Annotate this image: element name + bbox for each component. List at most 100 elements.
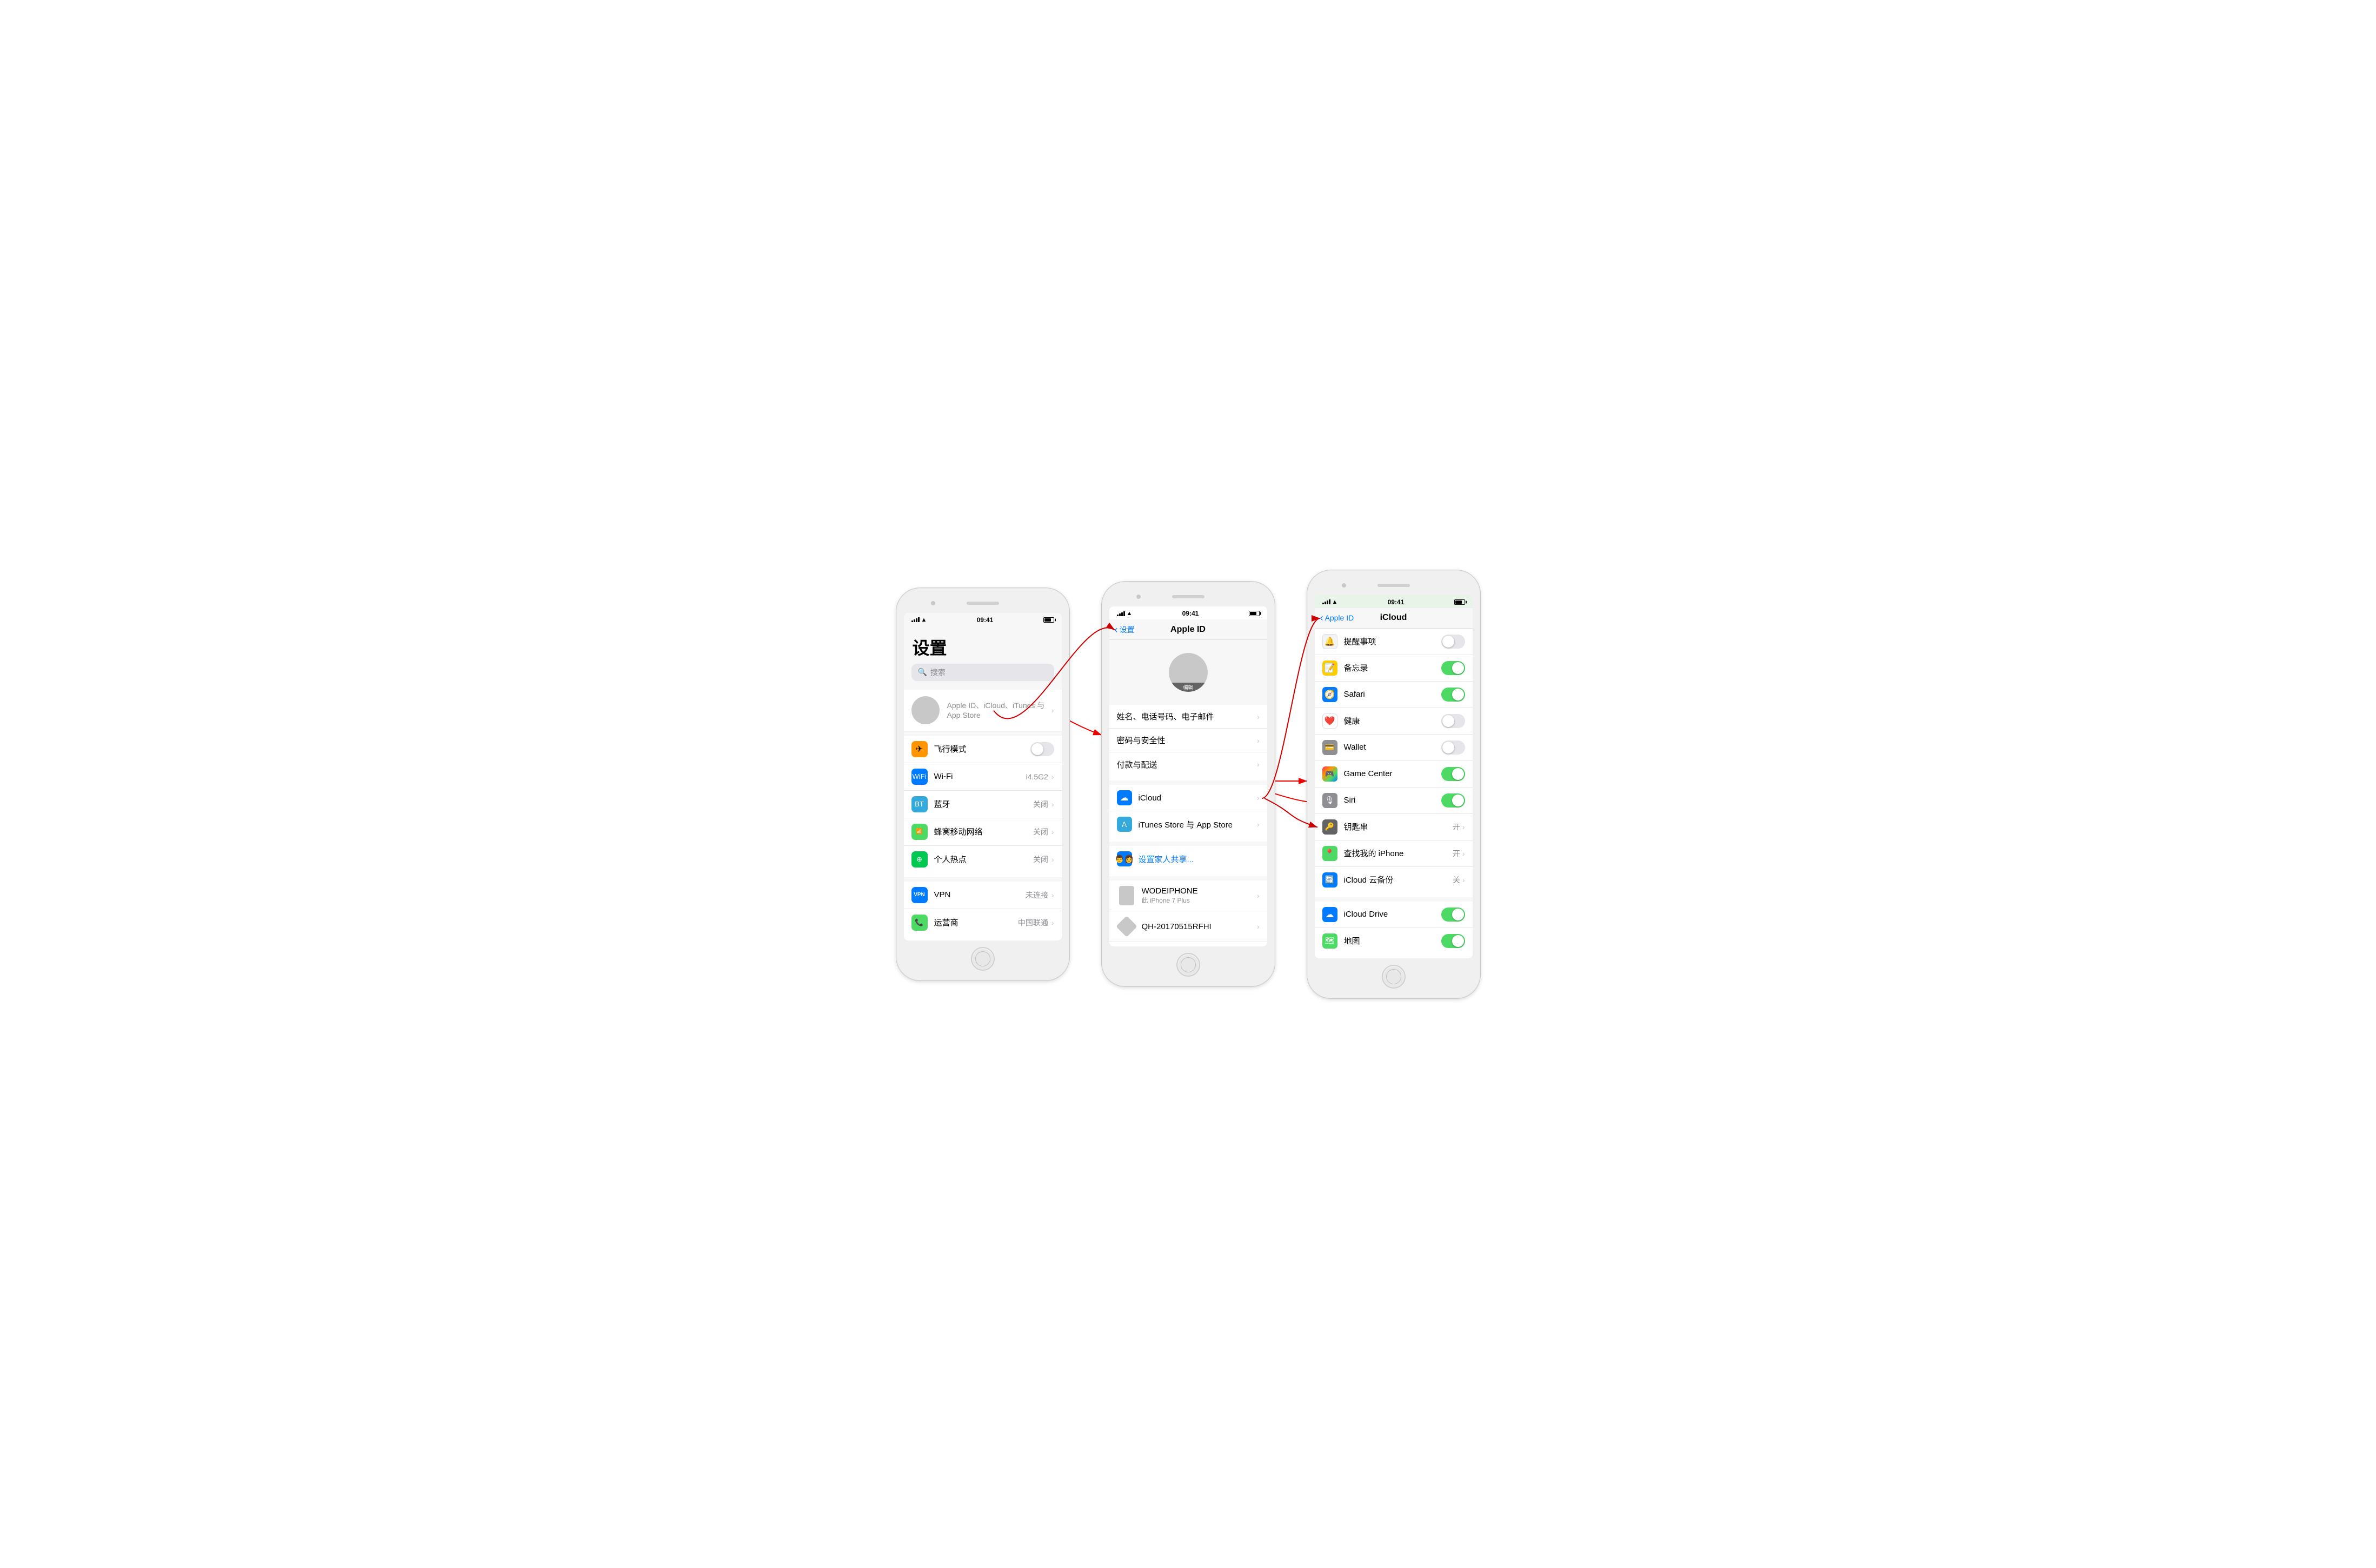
siri-icon: 🎙 (1322, 793, 1337, 808)
list-item-hotspot[interactable]: ⊕ 个人热点 关闭 › (904, 846, 1062, 873)
icloud-drive-section: ☁ iCloud Drive 🗺 地图 (1315, 902, 1473, 954)
notes-toggle[interactable] (1441, 661, 1465, 675)
list-item-cellular[interactable]: 📶 蜂窝移动网络 关闭 › (904, 818, 1062, 846)
airplane-icon: ✈ (911, 741, 928, 757)
backup-value: 关 (1453, 875, 1460, 885)
battery-2 (1249, 611, 1260, 616)
account-row[interactable]: Apple ID、iCloud、iTunes 与 App Store › (904, 690, 1062, 731)
icloud-item-safari[interactable]: 🧭 Safari (1315, 682, 1473, 708)
divider-3 (1109, 700, 1267, 705)
icloud-item-notes[interactable]: 📝 备忘录 (1315, 655, 1473, 682)
list-item-family[interactable]: 👨‍👩 设置家人共享... (1109, 846, 1267, 872)
list-item-wifi[interactable]: WiFi Wi-Fi i4.5G2 › (904, 763, 1062, 791)
nav-bar-3: ‹ Apple ID iCloud (1315, 608, 1473, 629)
icloud-list: 🔔 提醒事项 📝 备忘录 🧭 Safari (1315, 629, 1473, 893)
payment-chevron: › (1257, 760, 1260, 769)
icloud-item-maps[interactable]: 🗺 地图 (1315, 928, 1473, 954)
icloud-item-backup[interactable]: 🔄 iCloud 云备份 关 › (1315, 867, 1473, 893)
vpn-chevron: › (1051, 891, 1054, 899)
list-item-payment[interactable]: 付款与配送 › (1109, 752, 1267, 776)
nav-back-label-2: 设置 (1120, 624, 1135, 635)
wallet-toggle[interactable] (1441, 740, 1465, 755)
list-item-vpn[interactable]: VPN VPN 未连接 › (904, 882, 1062, 909)
device-2-info: QH-20170515RFHI (1142, 922, 1212, 931)
account-avatar (911, 696, 940, 724)
password-chevron: › (1257, 736, 1260, 745)
divider-6 (1109, 876, 1267, 880)
home-button-1[interactable] (971, 947, 995, 971)
list-item-airplane[interactable]: ✈ 飞行模式 (904, 736, 1062, 763)
gamecenter-icon: 🎮 (1322, 766, 1337, 782)
maps-toggle[interactable] (1441, 934, 1465, 948)
device-1-info: WODEIPHONE 此 iPhone 7 Plus (1142, 886, 1198, 905)
divider-4 (1109, 780, 1267, 785)
settings-list-2: VPN VPN 未连接 › 📞 运营商 中国联通 › (904, 882, 1062, 936)
icloud-item-siri[interactable]: 🎙 Siri (1315, 788, 1473, 814)
nav-back-2[interactable]: ‹ 设置 (1115, 624, 1135, 635)
drive-toggle[interactable] (1441, 908, 1465, 922)
list-item-bluetooth[interactable]: BT 蓝牙 关闭 › (904, 791, 1062, 818)
health-toggle[interactable] (1441, 714, 1465, 728)
list-item-itunes[interactable]: A iTunes Store 与 App Store › (1109, 811, 1267, 837)
settings-list: ✈ 飞行模式 WiFi Wi-Fi i4.5G2 › BT 蓝牙 关闭 › (904, 736, 1062, 873)
carrier-chevron: › (1051, 918, 1054, 927)
cellular-label: 蜂窝移动网络 (934, 826, 1033, 837)
list-item-password[interactable]: 密码与安全性 › (1109, 729, 1267, 752)
icloud-item-findmyphone[interactable]: 📍 查找我的 iPhone 开 › (1315, 840, 1473, 867)
nav-title-3: iCloud (1380, 613, 1407, 623)
apple-id-menu: 姓名、电话号码、电子邮件 › 密码与安全性 › 付款与配送 › (1109, 705, 1267, 776)
backup-chevron: › (1462, 876, 1465, 884)
wallet-label: Wallet (1344, 743, 1441, 752)
wifi-value: i4.5G2 (1026, 772, 1048, 781)
reminders-toggle[interactable] (1441, 635, 1465, 649)
phone-1-bottom (904, 947, 1062, 973)
findmyphone-label: 查找我的 iPhone (1344, 848, 1453, 859)
status-bar-1: ▲ 09:41 (904, 613, 1062, 626)
wifi-2-icon: ▲ (1127, 610, 1133, 617)
status-bar-2: ▲ 09:41 (1109, 606, 1267, 619)
icloud-item-wallet[interactable]: 💳 Wallet (1315, 735, 1473, 761)
home-button-3[interactable] (1382, 965, 1406, 989)
findmyphone-value: 开 (1453, 848, 1460, 859)
account-info: Apple ID、iCloud、iTunes 与 App Store (947, 700, 1051, 720)
safari-toggle[interactable] (1441, 688, 1465, 702)
nav-back-3[interactable]: ‹ Apple ID (1320, 613, 1354, 623)
siri-label: Siri (1344, 796, 1441, 805)
phone-3-bottom (1315, 965, 1473, 991)
status-bar-3: ▲ 09:41 (1315, 595, 1473, 608)
avatar-edit-label: 编辑 (1169, 683, 1208, 692)
phone-3-camera (1342, 583, 1346, 588)
list-item-icloud[interactable]: ☁ iCloud › (1109, 785, 1267, 811)
phone-3: ▲ 09:41 ‹ Apple ID iCloud (1307, 570, 1480, 998)
device-2-icon (1117, 917, 1136, 936)
icloud-item-keychain[interactable]: 🔑 钥匙串 开 › (1315, 814, 1473, 840)
icloud-item-reminders[interactable]: 🔔 提醒事项 (1315, 629, 1473, 655)
list-item-name[interactable]: 姓名、电话号码、电子邮件 › (1109, 705, 1267, 729)
bluetooth-chevron: › (1051, 800, 1054, 809)
phone-3-screen: ▲ 09:41 ‹ Apple ID iCloud (1315, 595, 1473, 958)
device-row-1[interactable]: WODEIPHONE 此 iPhone 7 Plus › (1109, 880, 1267, 911)
bluetooth-icon: BT (911, 796, 928, 812)
apple-id-services: ☁ iCloud › A iTunes Store 与 App Store › (1109, 785, 1267, 837)
family-section: 👨‍👩 设置家人共享... (1109, 846, 1267, 872)
device-row-2[interactable]: QH-20170515RFHI › (1109, 911, 1267, 942)
hotspot-label: 个人热点 (934, 853, 1033, 865)
icloud-item-health[interactable]: ❤️ 健康 (1315, 708, 1473, 735)
list-item-carrier[interactable]: 📞 运营商 中国联通 › (904, 909, 1062, 936)
gamecenter-toggle[interactable] (1441, 767, 1465, 781)
hotspot-chevron: › (1051, 855, 1054, 864)
siri-toggle[interactable] (1441, 793, 1465, 808)
hotspot-value: 关闭 (1033, 854, 1048, 865)
account-chevron: › (1051, 706, 1054, 715)
search-bar[interactable]: 🔍 搜索 (911, 664, 1054, 681)
airplane-toggle[interactable] (1030, 742, 1054, 756)
wifi-icon: ▲ (921, 617, 927, 623)
icloud-item-drive[interactable]: ☁ iCloud Drive (1315, 902, 1473, 928)
home-button-2[interactable] (1176, 953, 1200, 977)
apple-id-avatar[interactable]: 编辑 (1169, 653, 1208, 692)
icloud-item-gamecenter[interactable]: 🎮 Game Center (1315, 761, 1473, 788)
phone-3-speaker (1377, 584, 1410, 587)
vpn-value: 未连接 (1026, 890, 1048, 900)
divider-1 (904, 731, 1062, 736)
status-left-1: ▲ (911, 617, 927, 623)
